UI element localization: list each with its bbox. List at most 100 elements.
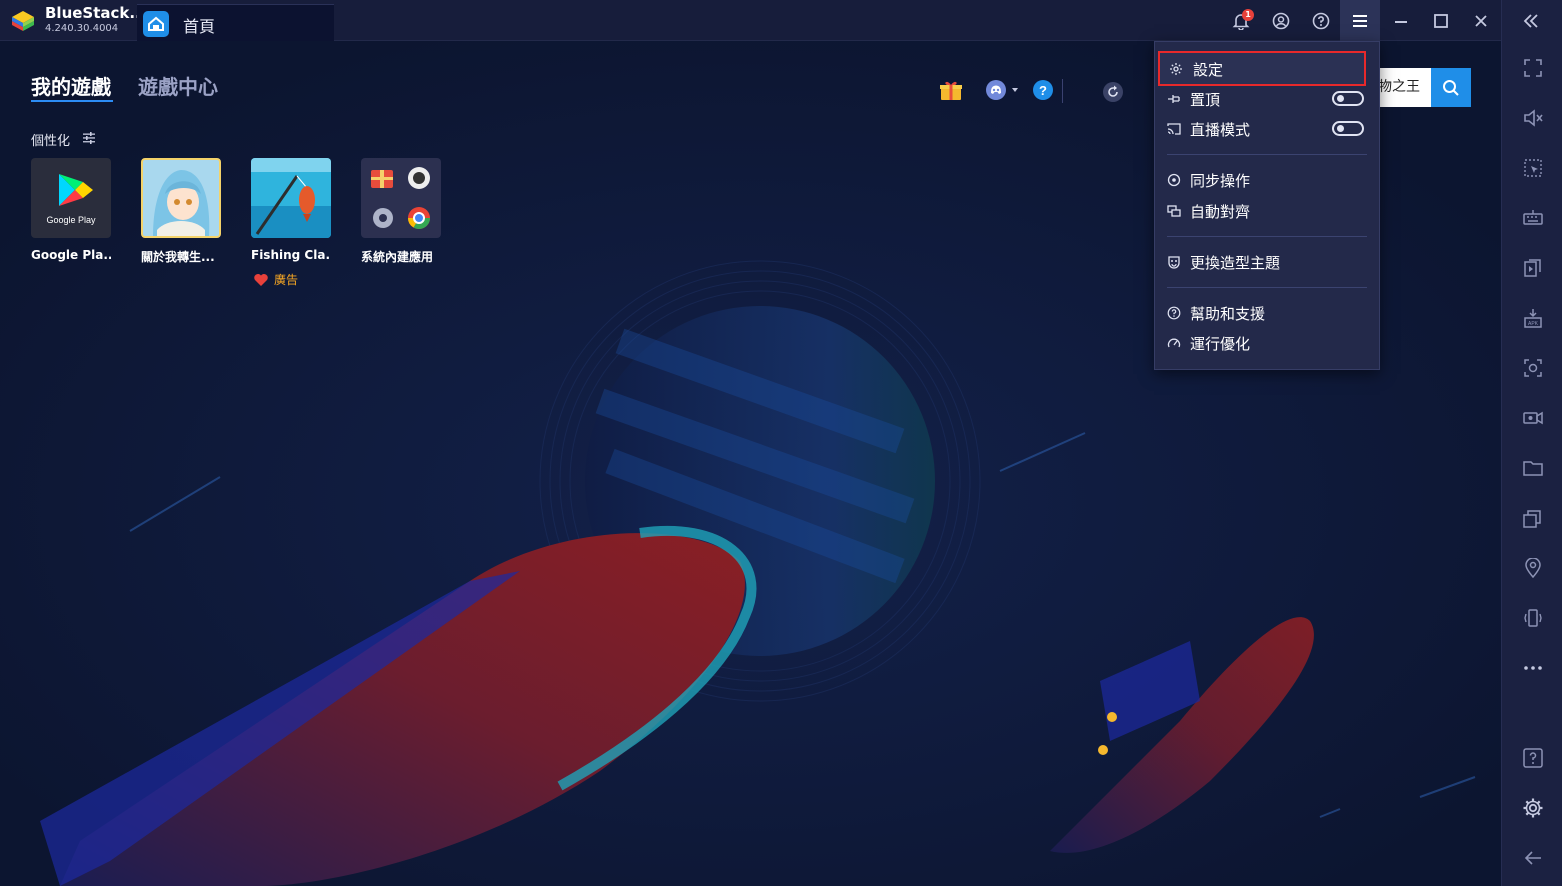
location-button[interactable] — [1520, 555, 1546, 581]
keyboard-button[interactable] — [1520, 205, 1546, 231]
personalize-label: 個性化 — [31, 134, 71, 149]
menu-divider — [1167, 236, 1367, 237]
shake-icon — [1524, 609, 1542, 627]
system-apps-icon — [371, 167, 430, 229]
maximize-button[interactable] — [1421, 0, 1461, 41]
google-play-tile: Google Play — [31, 158, 111, 238]
media-manager-button[interactable] — [1520, 255, 1546, 281]
help-button[interactable] — [1301, 0, 1341, 41]
menu-item-label: 同步操作 — [1190, 172, 1251, 190]
theme-icon — [1166, 254, 1182, 270]
double-chevron-left-icon — [1523, 14, 1538, 28]
tab-home[interactable]: 首頁 — [137, 4, 334, 41]
app-label: 系統內建應用 — [361, 250, 434, 264]
menu-item-streaming-mode[interactable]: 直播模式 — [1155, 114, 1379, 144]
menu-item-settings[interactable]: 設定 — [1158, 51, 1366, 86]
ad-label: 廣告 — [274, 273, 299, 287]
menu-item-auto-align[interactable]: 自動對齊 — [1155, 196, 1379, 226]
account-button[interactable] — [1261, 0, 1301, 41]
screenshot-button[interactable] — [1520, 355, 1546, 381]
shake-button[interactable] — [1520, 605, 1546, 631]
customize-icon[interactable] — [82, 131, 96, 145]
folder-icon — [1523, 461, 1543, 476]
sidebar-help-button[interactable] — [1520, 745, 1546, 771]
menu-item-optimize[interactable]: 運行優化 — [1155, 328, 1379, 358]
screenshot-icon — [1524, 359, 1542, 377]
discord-icon[interactable] — [985, 79, 1021, 101]
fullscreen-icon — [1524, 59, 1542, 77]
maximize-icon — [1434, 13, 1448, 28]
help-icon — [1166, 305, 1182, 321]
help-circle-icon[interactable]: ? — [1032, 79, 1054, 101]
tab-label: 首頁 — [183, 17, 216, 36]
sidebar-settings-button[interactable] — [1520, 795, 1546, 821]
settings-gear-icon — [1523, 798, 1543, 818]
app-google-play[interactable]: Google Play Google Pla... — [31, 158, 113, 262]
more-button[interactable] — [1520, 655, 1546, 681]
notification-button[interactable]: 1 — [1221, 0, 1261, 41]
menu-item-help-support[interactable]: 幫助和支援 — [1155, 298, 1379, 328]
menu-item-pin-top[interactable]: 置頂 — [1155, 84, 1379, 114]
app-slime-game[interactable]: 關於我轉生... — [141, 158, 223, 265]
menu-button[interactable] — [1340, 0, 1380, 41]
app-name: BlueStack... — [45, 4, 147, 22]
multi-instance-icon — [1523, 510, 1541, 528]
app-fishing-clash[interactable]: Fishing Cla... — [251, 158, 333, 262]
fishing-icon — [251, 158, 331, 238]
anime-character-icon — [143, 160, 219, 236]
align-icon — [1166, 203, 1182, 219]
video-record-icon — [1523, 411, 1543, 425]
bluestacks-logo — [12, 11, 34, 31]
close-icon — [1475, 14, 1487, 27]
account-icon — [1272, 12, 1290, 29]
menu-item-label: 設定 — [1193, 61, 1224, 79]
media-icon — [1524, 259, 1541, 277]
refresh-icon[interactable] — [1102, 81, 1124, 103]
speed-icon — [1166, 335, 1182, 351]
title-bar: BlueStack... 4.240.30.4004 首頁 1 — [0, 0, 1501, 41]
minimize-icon — [1395, 20, 1407, 23]
pin-top-toggle[interactable] — [1332, 91, 1364, 106]
select-area-button[interactable] — [1520, 155, 1546, 181]
menu-divider — [1167, 154, 1367, 155]
arrow-left-icon — [1524, 851, 1541, 865]
google-play-icon — [59, 174, 93, 206]
back-button[interactable] — [1520, 845, 1546, 871]
minimize-button[interactable] — [1381, 0, 1421, 41]
keyboard-icon — [1523, 210, 1543, 225]
slime-game-tile — [141, 158, 221, 238]
fishing-clash-tile — [251, 158, 331, 238]
app-system-apps[interactable]: 系統內建應用 — [361, 158, 443, 265]
tab-game-center[interactable]: 遊戲中心 — [138, 71, 218, 100]
home-icon — [143, 11, 169, 37]
sync-icon — [1166, 172, 1182, 188]
volume-button[interactable] — [1520, 105, 1546, 131]
app-version: 4.240.30.4004 — [45, 23, 119, 34]
streaming-mode-toggle[interactable] — [1332, 121, 1364, 136]
tab-my-games[interactable]: 我的遊戲 — [31, 71, 111, 100]
gear-icon — [1168, 61, 1184, 77]
question-icon — [1312, 12, 1330, 29]
help-square-icon — [1523, 748, 1543, 768]
multi-instance-button[interactable] — [1520, 505, 1546, 531]
record-button[interactable] — [1520, 405, 1546, 431]
menu-item-change-theme[interactable]: 更換造型主題 — [1155, 247, 1379, 277]
fullscreen-button[interactable] — [1520, 55, 1546, 81]
pin-icon — [1166, 91, 1182, 107]
close-button[interactable] — [1461, 0, 1501, 41]
system-apps-tile — [361, 158, 441, 238]
menu-item-label: 直播模式 — [1190, 121, 1251, 139]
app-label: Google Pla... — [31, 248, 111, 262]
menu-divider — [1167, 287, 1367, 288]
heart-icon — [254, 273, 268, 286]
menu-item-label: 運行優化 — [1190, 335, 1251, 353]
app-label: Fishing Cla... — [251, 248, 331, 262]
right-sidebar: APK — [1501, 0, 1562, 886]
collapse-sidebar-button[interactable] — [1518, 8, 1544, 34]
search-button[interactable] — [1431, 68, 1471, 107]
folder-button[interactable] — [1520, 455, 1546, 481]
menu-item-sync-operation[interactable]: 同步操作 — [1155, 165, 1379, 195]
menu-item-label: 幫助和支援 — [1190, 305, 1266, 323]
install-apk-button[interactable]: APK — [1520, 305, 1546, 331]
gift-icon[interactable] — [939, 79, 963, 101]
